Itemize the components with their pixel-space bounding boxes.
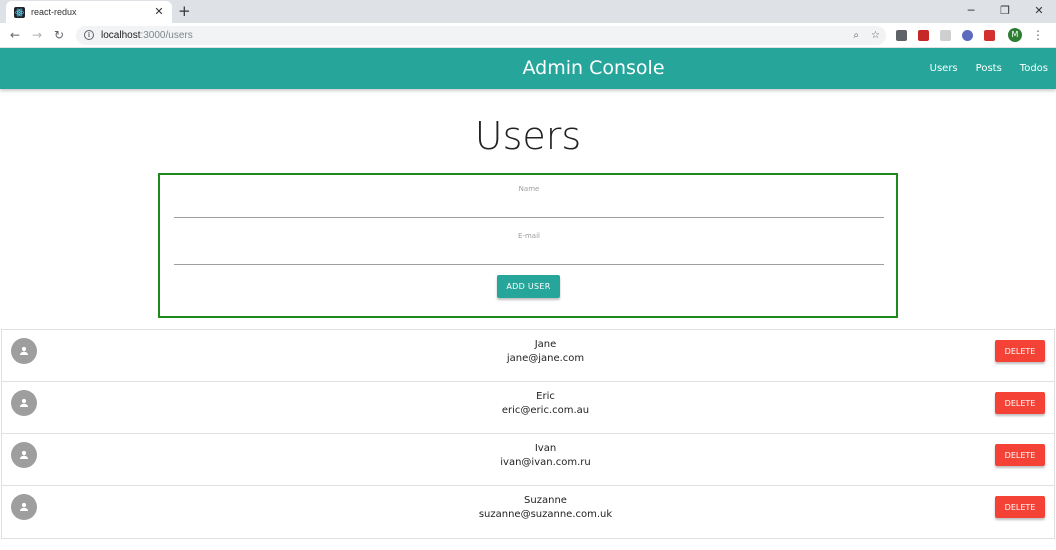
delete-button[interactable]: DELETE [995,444,1045,466]
delete-button[interactable]: DELETE [995,392,1045,414]
tab-close-icon[interactable]: ✕ [152,5,166,19]
restore-button[interactable]: ❐ [988,0,1022,23]
back-arrow-icon[interactable]: ← [4,28,26,42]
delete-button[interactable]: DELETE [995,496,1045,518]
user-name: Jane [534,339,557,350]
list-item: Eric eric@eric.com.au DELETE [2,382,1054,434]
list-item: Jane jane@jane.com DELETE [2,330,1054,382]
user-info: Jane jane@jane.com [2,338,1056,366]
list-item: Ivan ivan@ivan.com.ru DELETE [2,434,1054,486]
user-name: Eric [536,391,555,402]
new-tab-button[interactable]: + [178,3,191,19]
tab-title: react-redux [31,7,77,17]
add-user-button[interactable]: ADD USER [497,275,560,298]
window-controls: ─ ❐ ✕ [954,0,1056,23]
name-label: Name [518,185,540,193]
url-path: :3000/users [140,29,193,41]
name-field: Name [174,185,884,218]
media-extension-icon[interactable] [984,29,995,41]
user-email: jane@jane.com [506,353,585,364]
email-field: E-mail [174,232,884,265]
main-nav: Users Posts Todos [912,48,1048,89]
url-text[interactable]: localhost:3000/users [101,30,841,41]
user-name: Suzanne [524,495,567,506]
nav-link-posts[interactable]: Posts [976,63,1002,74]
reload-icon[interactable]: ↻ [48,28,70,42]
profile-avatar[interactable]: M [1008,28,1022,42]
app-header: Admin Console Users Posts Todos [0,48,1056,89]
info-icon[interactable]: i [84,30,94,40]
user-email: suzanne@suzanne.com.uk [478,509,613,520]
close-window-button[interactable]: ✕ [1022,0,1056,23]
user-list: Jane jane@jane.com DELETE Eric eric@eric… [1,329,1055,539]
email-input[interactable] [174,241,884,265]
camera-extension-icon[interactable] [896,29,907,41]
browser-toolbar: ← → ↻ i localhost:3000/users ⌕ ☆ M ⋮ [0,23,1056,48]
browser-menu-icon[interactable]: ⋮ [1032,28,1044,42]
redux-devtools-extension-icon[interactable] [918,29,929,41]
react-logo-icon [14,6,25,18]
address-bar[interactable]: i localhost:3000/users ⌕ ☆ [76,25,886,45]
browser-tab[interactable]: react-redux ✕ [6,1,172,23]
extension-icon[interactable] [940,29,951,41]
list-item: Suzanne suzanne@suzanne.com.uk DELETE [2,486,1054,538]
page-title: Users [474,114,582,158]
add-user-form: Name E-mail ADD USER [158,173,898,318]
star-icon[interactable]: ☆ [871,30,880,41]
user-name: Ivan [534,443,557,454]
minimize-button[interactable]: ─ [954,0,988,23]
nav-link-users[interactable]: Users [930,63,958,74]
zoom-icon[interactable]: ⌕ [853,30,859,41]
url-host: localhost [101,29,141,41]
user-info: Ivan ivan@ivan.com.ru [2,442,1056,470]
forward-arrow-icon[interactable]: → [26,28,48,42]
user-info: Suzanne suzanne@suzanne.com.uk [2,494,1056,522]
delete-button[interactable]: DELETE [995,340,1045,362]
user-email: ivan@ivan.com.ru [500,457,591,468]
extensions [896,29,1006,41]
email-label: E-mail [518,232,540,240]
nav-link-todos[interactable]: Todos [1020,63,1048,74]
browser-tab-strip: react-redux ✕ + ─ ❐ ✕ [0,0,1056,23]
user-info: Eric eric@eric.com.au [2,390,1056,418]
brand-title[interactable]: Admin Console [0,48,1056,89]
user-email: eric@eric.com.au [501,405,590,416]
check-extension-icon[interactable] [962,29,973,41]
name-input[interactable] [174,194,884,218]
